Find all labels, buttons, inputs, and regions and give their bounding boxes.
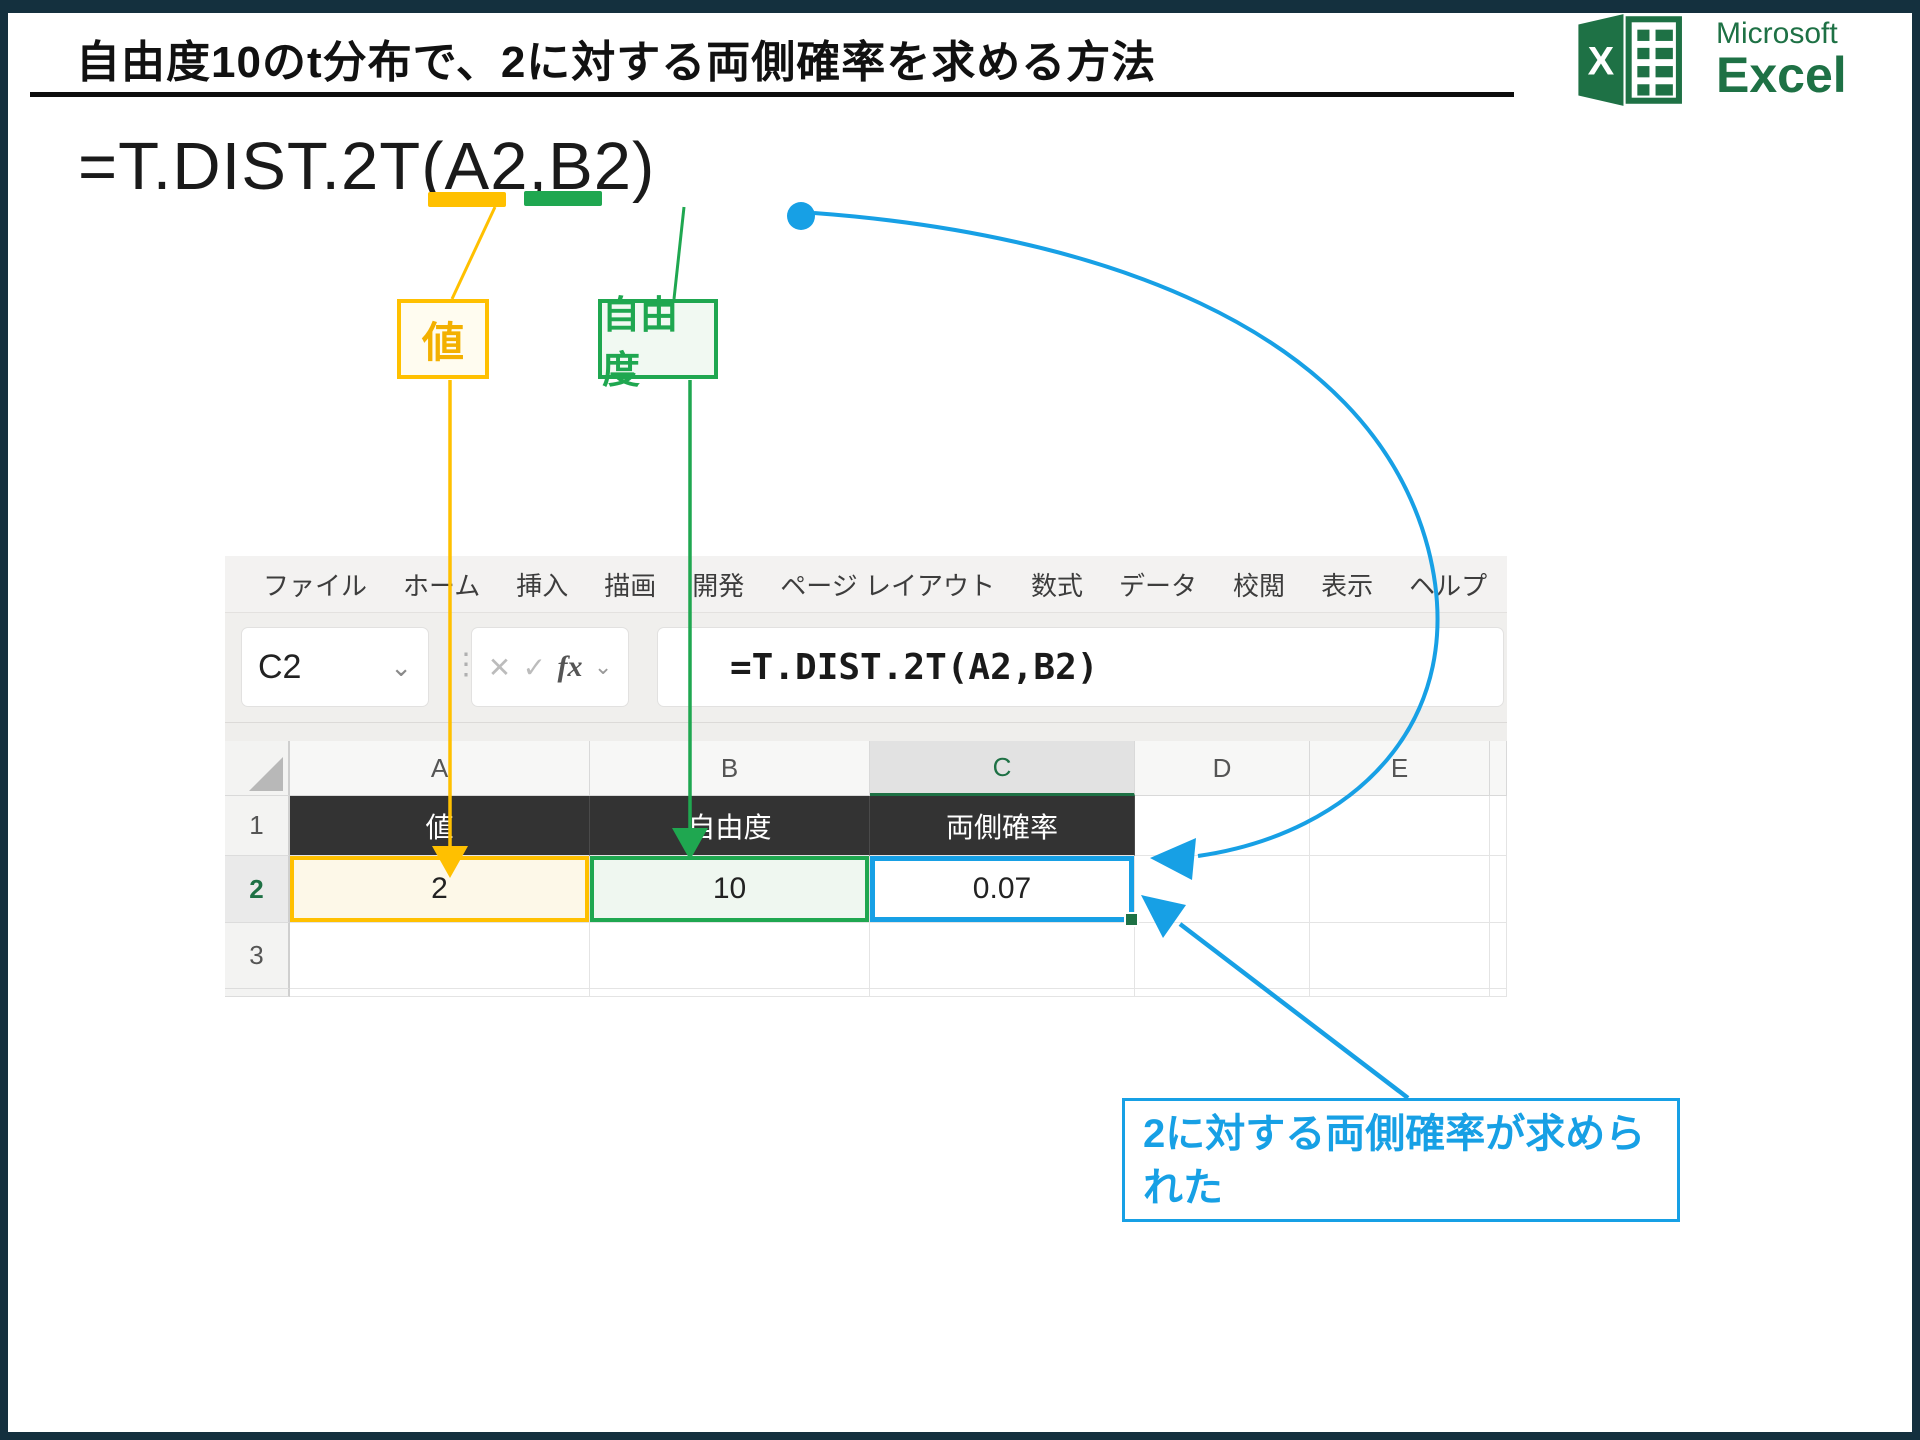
excel-window: ファイル ホーム 挿入 描画 開発 ページ レイアウト 数式 データ 校閲 表示… [225, 556, 1507, 997]
cell-a1[interactable]: 値 [290, 796, 590, 856]
cell-c3[interactable] [870, 923, 1135, 989]
row-header-2[interactable]: 2 [225, 856, 290, 923]
insert-function-icon[interactable]: fx [557, 650, 582, 684]
cell-a2[interactable]: 2 [290, 856, 590, 923]
tab-view[interactable]: 表示 [1321, 566, 1373, 603]
column-header-a[interactable]: A [290, 741, 590, 796]
logo-microsoft-text: Microsoft [1716, 17, 1838, 51]
title-underline [30, 92, 1514, 97]
column-header-c[interactable]: C [870, 741, 1135, 796]
cell-d1[interactable] [1135, 796, 1310, 856]
cell-f2-partial [1490, 856, 1507, 923]
tab-page-layout[interactable]: ページ レイアウト [780, 566, 995, 603]
tab-review[interactable]: 校閲 [1233, 566, 1285, 603]
cell-f3-partial [1490, 923, 1507, 989]
cell-c2-value: 0.07 [972, 872, 1032, 905]
tab-draw[interactable]: 描画 [604, 566, 656, 603]
cell-e3[interactable] [1310, 923, 1490, 989]
ribbon-sheet-gap [225, 723, 1507, 741]
value-label: 値 [421, 318, 464, 366]
cell-b1[interactable]: 自由度 [590, 796, 870, 856]
column-header-partial [1490, 741, 1507, 796]
logo-excel-text: Excel [1716, 46, 1847, 103]
formula-bar-text: =T.DIST.2T(A2,B2) [730, 646, 1099, 688]
cell-e2[interactable] [1310, 856, 1490, 923]
cell-d2[interactable] [1135, 856, 1310, 923]
tab-insert[interactable]: 挿入 [516, 566, 568, 603]
cell-c1[interactable]: 両側確率 [870, 796, 1135, 856]
cancel-icon[interactable]: ✕ [488, 651, 511, 684]
select-all-corner[interactable] [225, 741, 290, 796]
cell-c2[interactable]: 0.07 [870, 856, 1139, 927]
formula-bar-input[interactable]: =T.DIST.2T(A2,B2) [657, 627, 1504, 707]
name-box[interactable]: C2 ⌄ [241, 627, 429, 707]
cell-b2[interactable]: 10 [590, 856, 870, 923]
cell-f1-partial [1490, 796, 1507, 856]
formula-display: =T.DIST.2T(A2,B2) [78, 129, 656, 204]
tab-help[interactable]: ヘルプ [1409, 566, 1487, 603]
column-header-d[interactable]: D [1135, 741, 1310, 796]
cell-b3[interactable] [590, 923, 870, 989]
page-title: 自由度10のt分布で、2に対する両側確率を求める方法 [76, 38, 1157, 87]
tab-formulas[interactable]: 数式 [1031, 566, 1083, 603]
enter-icon[interactable]: ✓ [523, 651, 546, 684]
cell-d3[interactable] [1135, 923, 1310, 989]
result-callout-text: 2に対する両側確率が求められた [1143, 1112, 1646, 1210]
column-header-b[interactable]: B [590, 741, 870, 796]
cell-a3[interactable] [290, 923, 590, 989]
excel-logo: X Microsoft Excel [1568, 12, 1847, 108]
spreadsheet-grid: A B C D E 1 値 自由度 両側確率 2 2 10 0.07 3 [225, 741, 1507, 997]
formula-controls: ✕ ✓ fx ⌄ [471, 627, 629, 707]
row-header-3[interactable]: 3 [225, 923, 290, 989]
row-header-1[interactable]: 1 [225, 796, 290, 856]
fx-chevron-down-icon[interactable]: ⌄ [594, 654, 612, 680]
fill-handle[interactable] [1124, 912, 1139, 927]
select-all-triangle-icon [249, 757, 283, 791]
tab-home[interactable]: ホーム [403, 566, 480, 603]
tab-developer[interactable]: 開発 [692, 566, 744, 603]
ribbon-tab-bar: ファイル ホーム 挿入 描画 開発 ページ レイアウト 数式 データ 校閲 表示… [225, 556, 1507, 613]
tab-data[interactable]: データ [1119, 566, 1197, 603]
name-box-value: C2 [258, 647, 302, 686]
excel-icon-letter: X [1588, 40, 1615, 84]
result-callout-box: 2に対する両側確率が求められた [1122, 1098, 1680, 1222]
dof-label: 自由度 [602, 295, 679, 392]
chevron-down-icon[interactable]: ⌄ [390, 652, 412, 683]
tab-file[interactable]: ファイル [263, 566, 367, 603]
excel-app-icon: X [1578, 14, 1682, 106]
dof-label-box: 自由度 [598, 295, 718, 392]
value-label-box: 値 [397, 299, 489, 379]
formula-anchor-dot [787, 202, 815, 230]
column-header-e[interactable]: E [1310, 741, 1490, 796]
formula-bar-row: C2 ⌄ ⋮ ✕ ✓ fx ⌄ =T.DIST.2T(A2,B2) [225, 613, 1507, 723]
row-header-partial [225, 989, 290, 997]
value-connector-line [450, 206, 497, 300]
cell-e1[interactable] [1310, 796, 1490, 856]
